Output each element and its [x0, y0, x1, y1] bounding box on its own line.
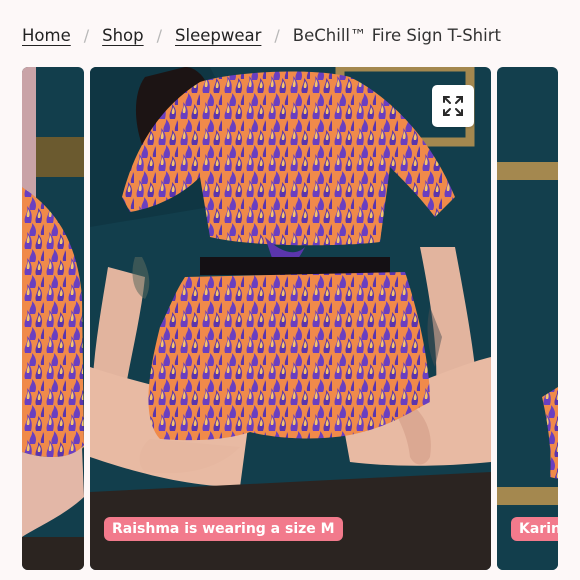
gallery-slide-previous[interactable] [22, 67, 84, 570]
breadcrumb-sleepwear-link[interactable]: Sleepwear [175, 26, 261, 45]
image-caption-size: Raishma is wearing a size M [104, 517, 343, 541]
expand-arrows-icon [443, 96, 463, 116]
breadcrumb-home-link[interactable]: Home [22, 26, 71, 45]
main-product-image [90, 67, 491, 570]
next-product-image [497, 67, 558, 570]
previous-product-image [22, 67, 84, 570]
product-image-gallery: Raishma is wearing a size M Karina is we… [0, 67, 580, 570]
breadcrumb-separator: / [83, 25, 90, 45]
gallery-slide-main[interactable]: Raishma is wearing a size M [90, 67, 491, 570]
breadcrumb-separator: / [274, 25, 280, 45]
breadcrumb-current-page: BeChill™ Fire Sign T-Shirt [292, 25, 501, 45]
breadcrumb-shop-link[interactable]: Shop [102, 26, 144, 45]
expand-image-button[interactable] [432, 85, 474, 127]
gallery-slide-next[interactable]: Karina is wearing a size M [497, 67, 558, 570]
breadcrumb-separator: / [156, 25, 163, 45]
image-caption-size: Karina is wearing a size M [511, 517, 558, 541]
breadcrumb: Home / Shop / Sleepwear / BeChill™ Fire … [22, 22, 570, 48]
